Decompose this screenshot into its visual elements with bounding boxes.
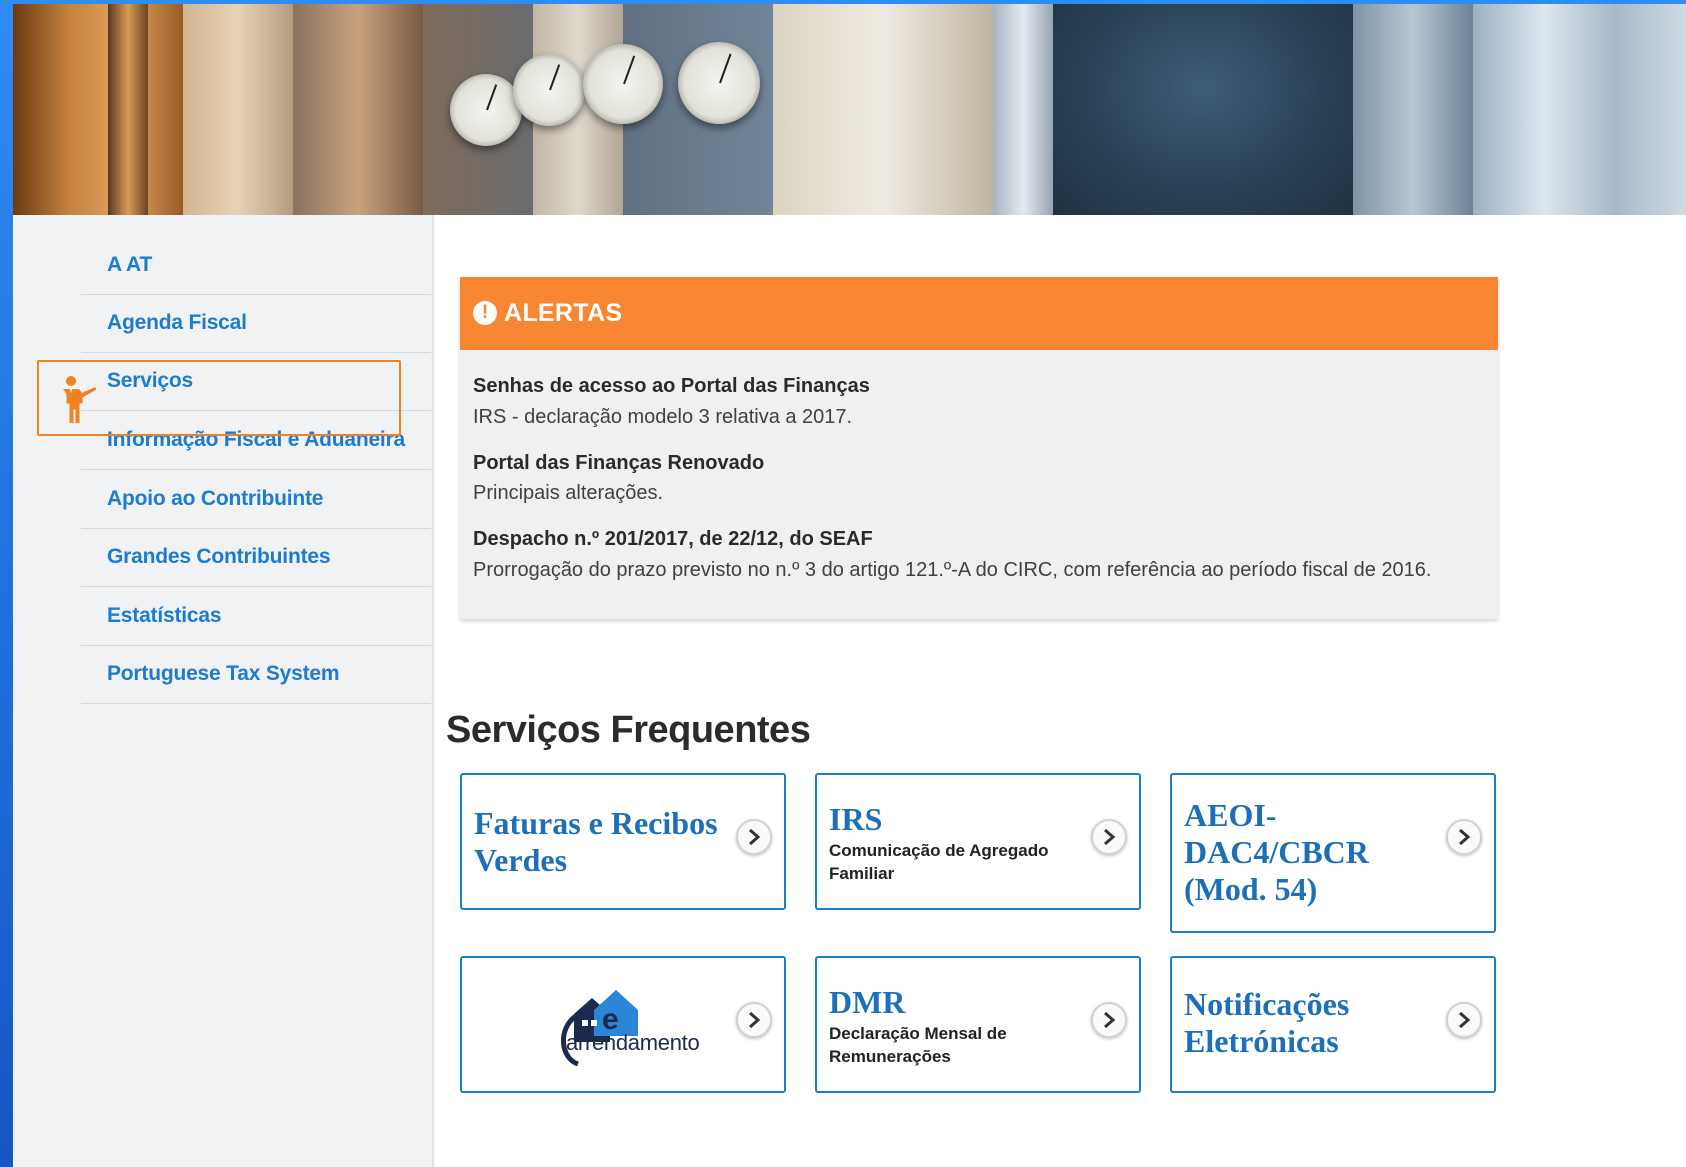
alert-item-desc: IRS - declaração modelo 3 relativa a 201…: [473, 406, 853, 428]
sidebar-item-a-at[interactable]: A AT: [81, 237, 431, 295]
sidebar-nav: A AT Agenda Fiscal Serviços Informação F…: [13, 215, 434, 1167]
card-subtitle: Comunicação de Agregado Familiar: [829, 841, 1049, 883]
logo-text: arrendamento: [566, 1030, 700, 1055]
alert-item-title[interactable]: Portal das Finanças Renovado: [473, 452, 764, 475]
section-title: Serviços Frequentes: [446, 709, 811, 751]
alerts-panel: ! ALERTAS Senhas de acesso ao Portal das…: [460, 277, 1498, 619]
sidebar-item-label: A AT: [107, 253, 153, 276]
alert-item-title[interactable]: Senhas de acesso ao Portal das Finanças: [473, 375, 870, 398]
portal-page: A AT Agenda Fiscal Serviços Informação F…: [13, 4, 1686, 1167]
sidebar-item-apoio-contribuinte[interactable]: Apoio ao Contribuinte: [81, 471, 431, 529]
sidebar-item-label: Apoio ao Contribuinte: [107, 487, 324, 510]
sidebar-item-label: Estatísticas: [107, 604, 222, 627]
alert-item-desc: Principais alterações.: [473, 482, 664, 504]
presenter-pointer-icon: [63, 376, 97, 423]
card-title: AEOI- DAC4/CBCR (Mod. 54): [1184, 797, 1369, 907]
service-card-e-arrendamento[interactable]: e arrendamento: [460, 956, 786, 1093]
header-banner-image: [13, 4, 1686, 215]
sidebar-item-portuguese-tax-system[interactable]: Portuguese Tax System: [81, 646, 431, 704]
card-title: Notificações Eletrónicas: [1184, 986, 1350, 1059]
chevron-right-icon[interactable]: [736, 819, 772, 855]
service-card-notificacoes-eletronicas[interactable]: Notificações Eletrónicas: [1170, 956, 1496, 1093]
card-title: Faturas e Recibos Verdes: [474, 805, 718, 878]
alerts-title: ALERTAS: [504, 299, 623, 327]
service-card-dmr[interactable]: DMR Declaração Mensal de Remunerações: [815, 956, 1141, 1093]
service-card-faturas-recibos-verdes[interactable]: Faturas e Recibos Verdes: [460, 773, 786, 910]
service-card-irs[interactable]: IRS Comunicação de Agregado Familiar: [815, 773, 1141, 910]
sidebar-item-label: Grandes Contribuintes: [107, 545, 331, 568]
chevron-right-icon[interactable]: [1091, 1002, 1127, 1038]
chevron-right-icon[interactable]: [1446, 819, 1482, 855]
card-subtitle: Declaração Mensal de Remunerações: [829, 1024, 1007, 1066]
chevron-right-icon[interactable]: [1091, 819, 1127, 855]
card-title: DMR: [829, 984, 906, 1020]
exclamation-circle-icon: !: [473, 301, 497, 325]
sidebar-item-label: Agenda Fiscal: [107, 311, 247, 334]
card-title: IRS: [829, 801, 883, 837]
sidebar-item-estatisticas[interactable]: Estatísticas: [81, 588, 431, 646]
chevron-right-icon[interactable]: [736, 1002, 772, 1038]
sidebar-item-agenda-fiscal[interactable]: Agenda Fiscal: [81, 295, 431, 353]
alert-item-desc: Prorrogação do prazo previsto no n.º 3 d…: [473, 559, 1432, 581]
alerts-header: ! ALERTAS: [460, 277, 1498, 350]
sidebar-item-label: Portuguese Tax System: [107, 662, 340, 685]
chevron-right-icon[interactable]: [1446, 1002, 1482, 1038]
sidebar-item-grandes-contribuintes[interactable]: Grandes Contribuintes: [81, 529, 431, 587]
alert-item-title[interactable]: Despacho n.º 201/2017, de 22/12, do SEAF: [473, 528, 873, 551]
service-card-aeoi-dac4-cbcr[interactable]: AEOI- DAC4/CBCR (Mod. 54): [1170, 773, 1496, 933]
